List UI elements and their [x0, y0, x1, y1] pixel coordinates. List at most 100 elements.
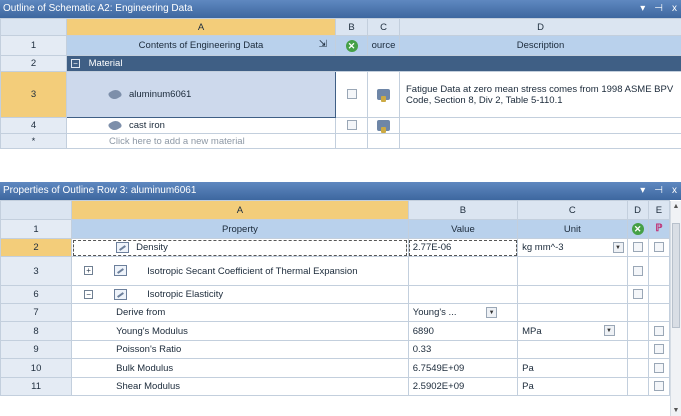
- table-row[interactable]: 6 − Isotropic Elasticity: [0, 285, 671, 304]
- pin-icon[interactable]: ⊣: [654, 182, 663, 200]
- unit-dropdown-icon[interactable]: ▼: [603, 325, 615, 336]
- table-row[interactable]: * Click here to add a new material: [0, 133, 681, 149]
- property-cell[interactable]: + Isotropic Secant Coefficient of Therma…: [71, 256, 409, 286]
- material-group-row[interactable]: − Material: [66, 55, 681, 72]
- suppress-checkbox[interactable]: [346, 89, 357, 100]
- suppress-cell[interactable]: [626, 256, 649, 286]
- property-cell[interactable]: − Isotropic Elasticity: [71, 285, 409, 304]
- unit-dropdown-icon[interactable]: ▼: [612, 242, 624, 253]
- table-row[interactable]: 9 Poisson's Ratio 0.33: [0, 340, 671, 359]
- parameter-cell[interactable]: [647, 377, 671, 396]
- value-cell[interactable]: [407, 285, 519, 304]
- value-cell[interactable]: 0.33: [407, 340, 519, 359]
- property-name[interactable]: Derive from: [71, 303, 409, 322]
- parameter-checkbox[interactable]: [653, 362, 664, 373]
- suppress-checkbox[interactable]: [632, 289, 643, 300]
- properties-table: A B C D E 1 Property Value Unit ✕ ℙ 2 De…: [0, 200, 671, 396]
- parameter-cell: [647, 285, 671, 304]
- suppress-cell[interactable]: [626, 285, 649, 304]
- close-icon[interactable]: x: [672, 182, 677, 200]
- property-name[interactable]: Bulk Modulus: [71, 358, 409, 378]
- pin-icon[interactable]: ⊣: [654, 0, 663, 18]
- material-name-cell[interactable]: cast iron: [66, 117, 336, 134]
- parameter-checkbox[interactable]: [653, 381, 664, 392]
- scroll-up-icon[interactable]: ▲: [671, 203, 681, 210]
- parameter-cell[interactable]: [647, 340, 671, 359]
- property-name[interactable]: Poisson's Ratio: [71, 340, 409, 359]
- table-row[interactable]: 8 Young's Modulus 6890 MPa ▼: [0, 321, 671, 341]
- parameter-checkbox[interactable]: [653, 242, 664, 253]
- parameter-checkbox[interactable]: [653, 344, 664, 355]
- table-row[interactable]: 3 aluminum6061 Fatigue Data at zero mean…: [0, 71, 681, 118]
- unit-cell[interactable]: [517, 256, 628, 286]
- close-icon[interactable]: x: [672, 0, 677, 18]
- panel-menu-icon[interactable]: ▾: [640, 0, 645, 18]
- description-cell: [399, 117, 681, 134]
- material-icon: [107, 118, 123, 133]
- contents-header: Contents of Engineering Data ⇲: [66, 35, 336, 56]
- column-header-a[interactable]: A: [66, 18, 336, 36]
- property-name[interactable]: Shear Modulus: [71, 377, 409, 396]
- properties-scrollbar[interactable]: ▲ ▼: [670, 201, 681, 416]
- library-source-icon: [377, 119, 390, 133]
- column-header-c[interactable]: C: [517, 200, 628, 220]
- derive-dropdown-icon[interactable]: ▼: [486, 307, 498, 318]
- row-number: 1: [0, 35, 67, 56]
- table-row[interactable]: 11 Shear Modulus 2.5902E+09 Pa: [0, 377, 671, 396]
- material-name: aluminum6061: [129, 89, 192, 100]
- parameter-checkbox[interactable]: [653, 325, 664, 336]
- table-row[interactable]: 7 Derive from Young's ... ▼: [0, 303, 671, 322]
- table-row[interactable]: 2 Density 2.77E-06 kg mm^-3 ▼: [0, 238, 671, 257]
- value-header: Value: [407, 219, 519, 239]
- add-material-cell[interactable]: Click here to add a new material: [66, 133, 336, 149]
- source-cell: [367, 117, 400, 134]
- unit-cell[interactable]: [517, 285, 628, 304]
- group-label: Material: [88, 58, 123, 69]
- panel-menu-icon[interactable]: ▾: [640, 182, 645, 200]
- property-cell[interactable]: Density: [71, 238, 409, 257]
- column-header-a[interactable]: A: [71, 200, 409, 220]
- material-name-cell[interactable]: aluminum6061: [66, 71, 336, 118]
- parameter-cell[interactable]: [647, 358, 671, 378]
- source-cell: [367, 71, 400, 118]
- suppress-checkbox[interactable]: [632, 242, 643, 253]
- unit-cell[interactable]: kg mm^-3 ▼: [517, 238, 628, 257]
- collapse-icon[interactable]: −: [71, 58, 80, 68]
- row-number: 8: [0, 321, 73, 341]
- empty-cell: [367, 133, 400, 149]
- collapse-icon[interactable]: −: [84, 290, 94, 299]
- value-cell[interactable]: 6890: [407, 321, 519, 341]
- unit-header: Unit: [517, 219, 628, 239]
- empty-cell: [335, 133, 368, 149]
- corner-cell: [0, 200, 73, 220]
- parameter-cell[interactable]: [647, 321, 671, 341]
- scroll-down-icon[interactable]: ▼: [671, 407, 681, 414]
- value-cell[interactable]: 2.77E-06: [407, 238, 519, 257]
- column-header-b[interactable]: B: [335, 18, 368, 36]
- suppress-cell[interactable]: [335, 71, 368, 118]
- scrollbar-thumb[interactable]: [672, 223, 680, 328]
- column-header-c[interactable]: C: [367, 18, 400, 36]
- unit-cell[interactable]: MPa ▼: [517, 321, 628, 341]
- value-cell: 2.5902E+09: [407, 377, 519, 396]
- derive-from-select[interactable]: Young's ... ▼: [407, 303, 519, 322]
- table-row[interactable]: 4 cast iron: [0, 117, 681, 134]
- suppress-cell[interactable]: [335, 117, 368, 134]
- value-cell[interactable]: [407, 256, 519, 286]
- suppress-cell: [626, 358, 649, 378]
- value-cell: 6.7549E+09: [407, 358, 519, 378]
- column-header-e[interactable]: E: [647, 200, 671, 220]
- property-name[interactable]: Young's Modulus: [71, 321, 409, 341]
- table-row[interactable]: 3 + Isotropic Secant Coefficient of Ther…: [0, 256, 671, 286]
- property-name: Isotropic Elasticity: [147, 289, 224, 300]
- expand-icon[interactable]: +: [84, 266, 94, 275]
- suppress-checkbox[interactable]: [632, 265, 643, 276]
- suppress-cell[interactable]: [626, 238, 649, 257]
- sort-icon[interactable]: ⇲: [319, 39, 327, 50]
- column-header-d[interactable]: D: [626, 200, 649, 220]
- column-header-d[interactable]: D: [399, 18, 681, 36]
- table-row[interactable]: 10 Bulk Modulus 6.7549E+09 Pa: [0, 358, 671, 378]
- parameter-cell[interactable]: [647, 238, 671, 257]
- column-header-b[interactable]: B: [407, 200, 519, 220]
- suppress-checkbox[interactable]: [346, 120, 357, 131]
